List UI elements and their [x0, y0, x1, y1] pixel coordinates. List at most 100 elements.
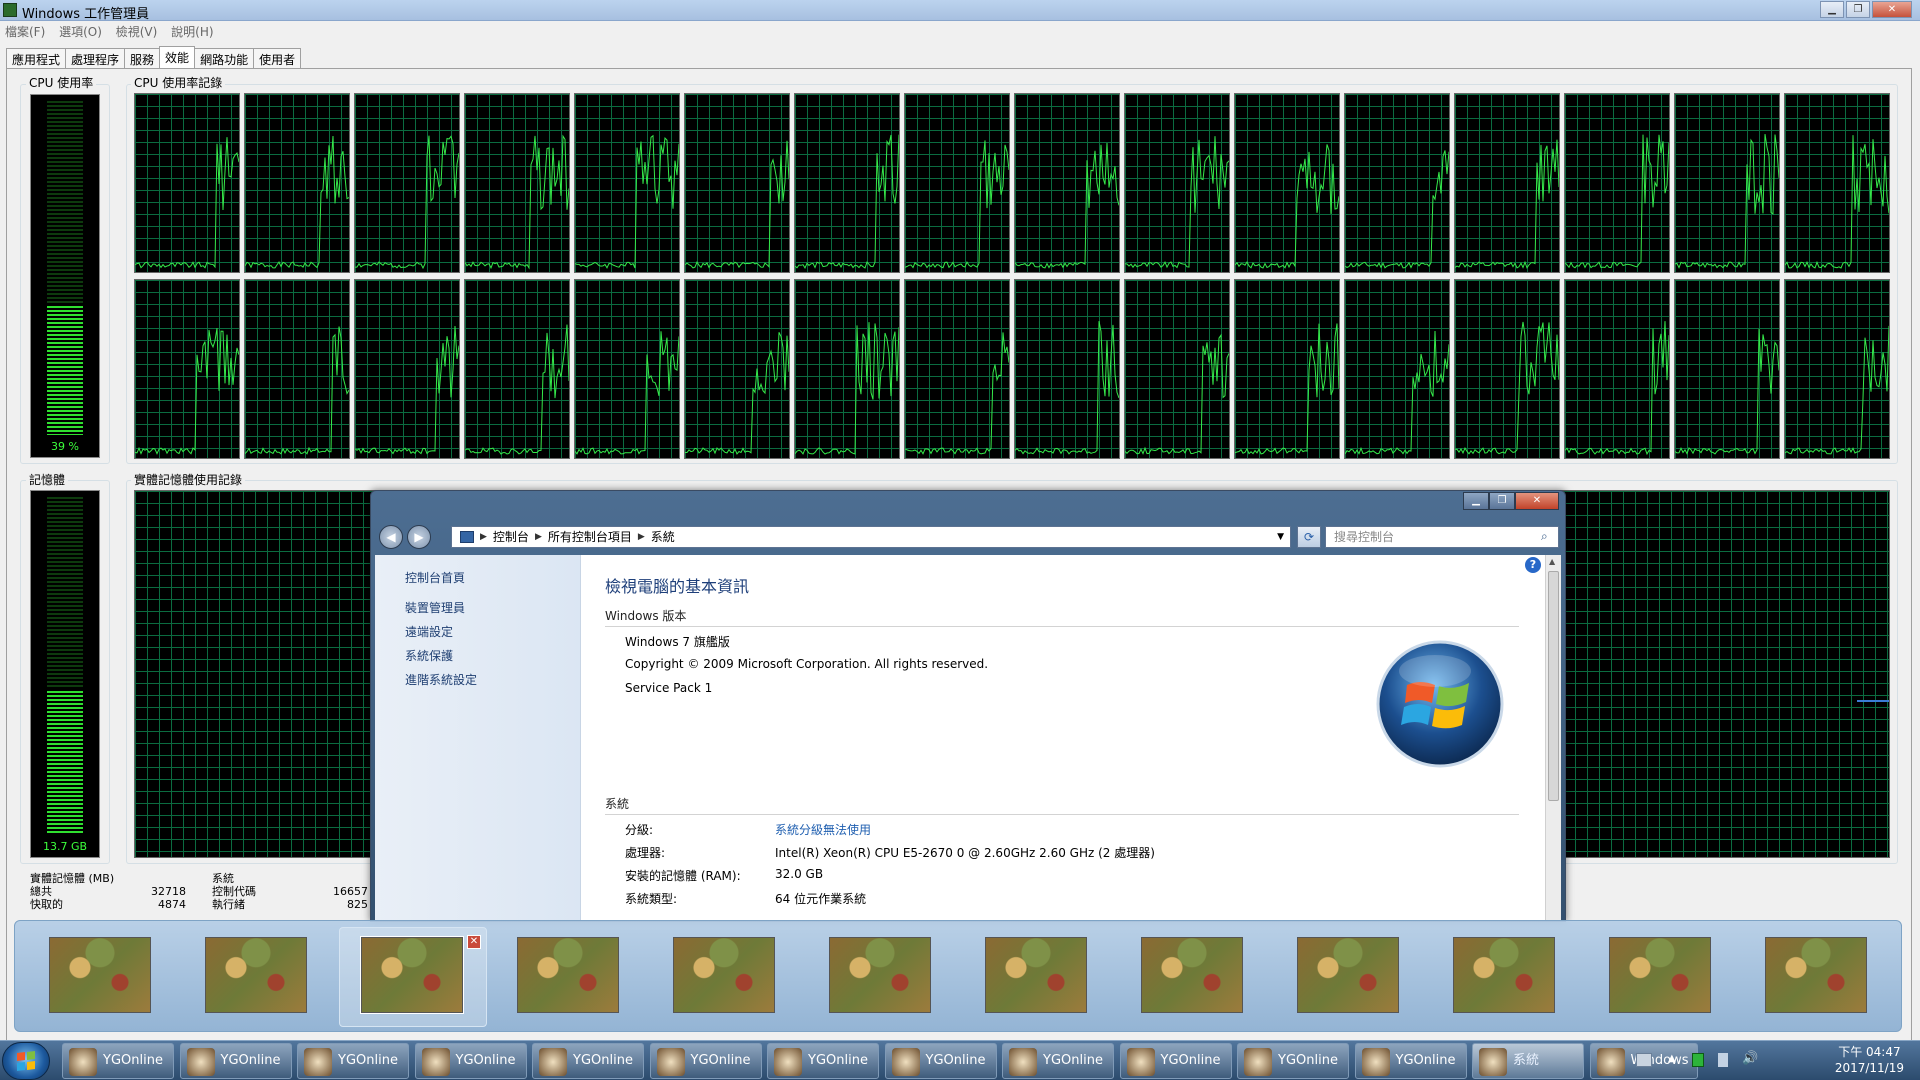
keyboard-icon[interactable]	[1636, 1053, 1652, 1067]
window-thumbnail[interactable]	[205, 937, 307, 1013]
scroll-thumb[interactable]	[1548, 571, 1559, 801]
show-hidden-icons-icon[interactable]: ▲	[1668, 1053, 1684, 1067]
window-thumbnail[interactable]	[829, 937, 931, 1013]
start-button[interactable]	[2, 1042, 50, 1080]
game-app-icon	[69, 1048, 97, 1076]
system-window: ▁ ❐ ✕ ◀ ▶ ▶ 控制台 ▶ 所有控制台項目 ▶ 系統 ▼ ⟳ 搜尋控制台…	[370, 490, 1566, 922]
tab-networking[interactable]: 網路功能	[194, 48, 255, 70]
cpu-core-graph	[244, 279, 350, 459]
taskbar-button[interactable]: YGOnline	[1119, 1043, 1232, 1079]
window-thumbnail[interactable]	[360, 936, 464, 1014]
cpu-core-graph	[1784, 93, 1890, 273]
clock[interactable]: 下午 04:47 2017/11/19	[1835, 1044, 1904, 1076]
clock-date: 2017/11/19	[1834, 1061, 1904, 1075]
refresh-icon[interactable]: ⟳	[1297, 526, 1321, 548]
address-bar[interactable]: ▶ 控制台 ▶ 所有控制台項目 ▶ 系統 ▼	[451, 526, 1291, 548]
stat-row: 總共 32718	[30, 885, 186, 898]
scroll-up-icon[interactable]: ▲	[1549, 557, 1555, 566]
window-thumbnail[interactable]	[1297, 937, 1399, 1013]
help-icon[interactable]: ?	[1525, 557, 1541, 573]
menu-options[interactable]: 選項(O)	[54, 21, 107, 42]
link-control-panel-home[interactable]: 控制台首頁	[405, 569, 465, 586]
vertical-scrollbar[interactable]: ▲	[1545, 555, 1561, 921]
service-pack-text: Service Pack 1	[625, 681, 713, 695]
breadcrumb-all-items[interactable]: 所有控制台項目	[548, 527, 632, 547]
link-remote-settings[interactable]: 遠端設定	[405, 623, 453, 640]
taskbar-button[interactable]: YGOnline	[414, 1043, 527, 1079]
sys-minimize-button[interactable]: ▁	[1463, 492, 1489, 510]
taskbar-button[interactable]: YGOnline	[767, 1043, 879, 1079]
back-arrow-icon[interactable]: ◀	[379, 525, 403, 549]
cpu-core-graph	[1564, 279, 1670, 459]
tab-strip: 應用程式 處理程序 服務 效能 網路功能 使用者	[6, 46, 302, 70]
search-input[interactable]: 搜尋控制台	[1325, 526, 1559, 548]
window-thumbnail[interactable]	[1609, 937, 1711, 1013]
taskbar-button[interactable]: YGOnline	[884, 1043, 997, 1079]
stat-value: 16657	[333, 885, 368, 898]
tab-applications[interactable]: 應用程式	[6, 48, 67, 70]
stat-value: 825	[347, 898, 368, 911]
taskbar-button[interactable]: YGOnline	[532, 1043, 644, 1079]
taskbar-button-label: YGOnline	[455, 1053, 516, 1068]
system-main-content: 檢視電腦的基本資訊 Windows 版本 Windows 7 旗艦版 Copyr…	[581, 555, 1545, 921]
window-thumbnail[interactable]	[985, 937, 1087, 1013]
task-manager-tray-icon[interactable]	[1692, 1053, 1704, 1067]
network-icon[interactable]	[1718, 1053, 1728, 1067]
search-icon[interactable]: ⌕	[1541, 529, 1548, 544]
cpu-core-graph	[904, 93, 1010, 273]
tab-processes[interactable]: 處理程序	[65, 48, 126, 70]
taskbar-button[interactable]: YGOnline	[1237, 1043, 1349, 1079]
stat-row: 控制代碼 16657	[212, 885, 368, 898]
tab-services[interactable]: 服務	[124, 48, 161, 70]
minimize-button[interactable]: ▁	[1820, 1, 1844, 18]
tab-performance[interactable]: 效能	[159, 46, 196, 70]
system-stats-title: 系統	[212, 872, 234, 885]
menu-file[interactable]: 檔案(F)	[0, 21, 50, 42]
tab-users[interactable]: 使用者	[253, 48, 302, 70]
thumbnail-close-icon[interactable]: ✕	[467, 935, 481, 949]
window-thumbnail[interactable]	[673, 937, 775, 1013]
window-thumbnail[interactable]	[1141, 937, 1243, 1013]
breadcrumb-control-panel[interactable]: 控制台	[493, 527, 529, 547]
sys-close-button[interactable]: ✕	[1515, 492, 1559, 510]
window-thumbnail[interactable]	[1765, 937, 1867, 1013]
maximize-button[interactable]: ❐	[1846, 1, 1870, 18]
close-button[interactable]: ✕	[1872, 1, 1912, 18]
cpu-core-graph	[684, 93, 790, 273]
windows-logo-icon	[1376, 640, 1504, 768]
breadcrumb-system[interactable]: 系統	[651, 527, 675, 547]
window-thumbnail[interactable]	[517, 937, 619, 1013]
menu-view[interactable]: 檢視(V)	[111, 21, 163, 42]
cpu-usage-meter: 39 %	[30, 94, 100, 458]
address-dropdown-icon[interactable]: ▼	[1277, 527, 1284, 547]
window-thumbnail[interactable]	[1453, 937, 1555, 1013]
physical-memory-stats: 實體記憶體 (MB) 總共 32718 快取的 4874	[30, 872, 186, 911]
cpu-core-graph	[1234, 93, 1340, 273]
menu-help[interactable]: 說明(H)	[166, 21, 218, 42]
link-device-manager[interactable]: 裝置管理員	[405, 599, 465, 616]
window-thumbnail[interactable]	[49, 937, 151, 1013]
link-system-protection[interactable]: 系統保護	[405, 647, 453, 664]
breadcrumb-separator-icon: ▶	[480, 532, 487, 542]
taskbar-button-label: YGOnline	[1043, 1053, 1103, 1068]
taskbar-button[interactable]: YGOnline	[1002, 1043, 1114, 1079]
link-advanced-system-settings[interactable]: 進階系統設定	[405, 671, 477, 688]
game-app-icon	[304, 1048, 332, 1076]
cpu-core-graph	[1344, 93, 1450, 273]
sys-maximize-button[interactable]: ❐	[1489, 492, 1515, 510]
taskbar-button[interactable]: YGOnline	[297, 1043, 409, 1079]
stat-value: 4874	[158, 898, 186, 911]
taskbar-button[interactable]: YGOnline	[179, 1043, 292, 1079]
volume-icon[interactable]: 🔊	[1742, 1051, 1758, 1066]
taskbar-button[interactable]: 系統	[1472, 1043, 1584, 1079]
cpu-core-graph	[134, 279, 240, 459]
game-app-icon	[1244, 1048, 1272, 1076]
taskbar-button-label: YGOnline	[338, 1053, 398, 1068]
taskbar-button[interactable]: YGOnline	[1354, 1043, 1467, 1079]
rating-value-link[interactable]: 系統分級無法使用	[775, 821, 871, 838]
forward-arrow-icon[interactable]: ▶	[407, 525, 431, 549]
cpu-core-graph	[1234, 279, 1340, 459]
taskbar-button[interactable]: YGOnline	[649, 1043, 762, 1079]
taskbar-button[interactable]: YGOnline	[62, 1043, 174, 1079]
cpu-history-label: CPU 使用率記錄	[131, 76, 226, 90]
